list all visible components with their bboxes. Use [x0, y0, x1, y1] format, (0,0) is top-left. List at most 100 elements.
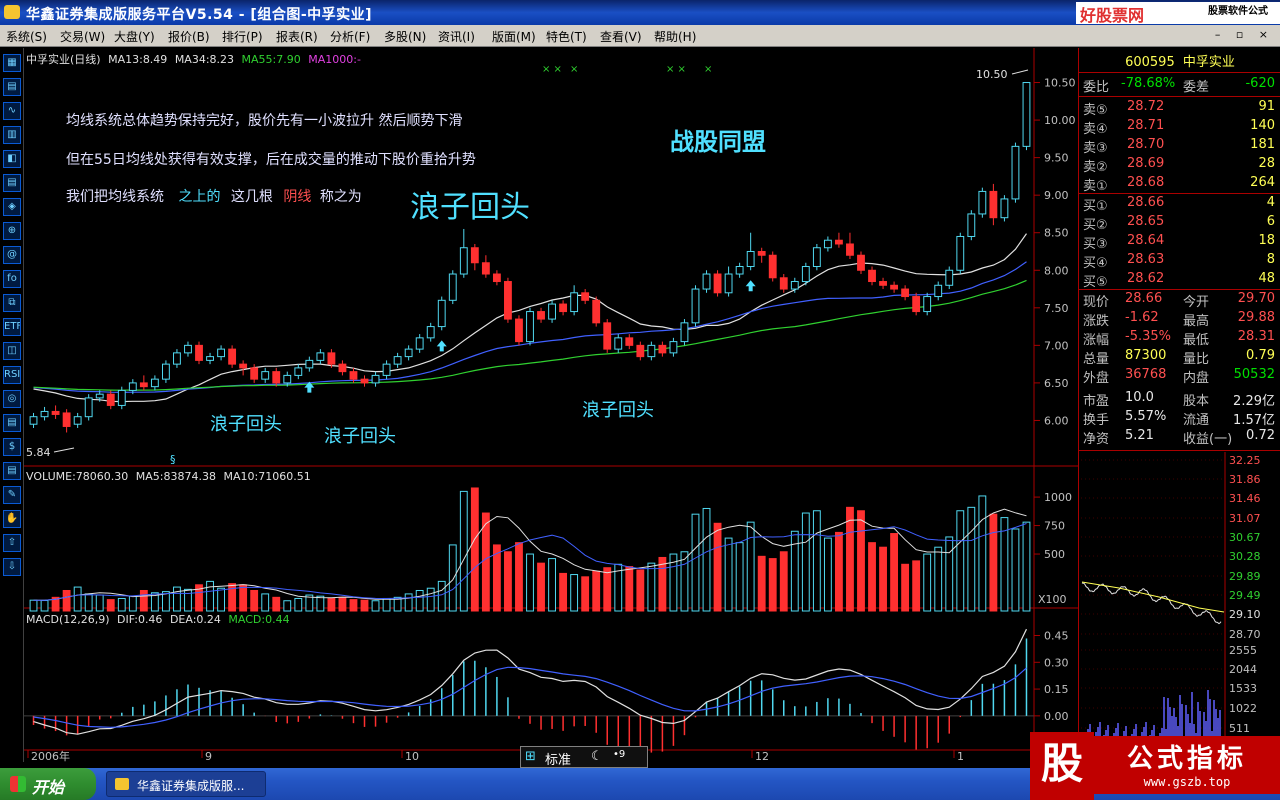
candle-body — [658, 344, 667, 354]
mini-axis-label: 2044 — [1229, 663, 1257, 676]
buy-row-4: 买④ 28.63 8 — [1079, 252, 1280, 271]
toolbar-button-8[interactable]: @ — [3, 246, 21, 264]
volume-bar — [625, 566, 634, 612]
candle-body — [526, 311, 534, 343]
toolbar-button-3[interactable]: ▥ — [3, 126, 21, 144]
toolbar-button-10[interactable]: ⧉ — [3, 294, 21, 312]
menu-item-3[interactable]: 报价(B) — [168, 28, 210, 45]
date-tick-label: 12 — [755, 750, 769, 762]
intraday-mini-chart[interactable]: 32.25 31.86 31.46 31.07 30.67 30.28 29.89 29.49… — [1079, 452, 1280, 762]
panel-divider — [1079, 193, 1280, 194]
candle-body — [250, 367, 259, 380]
menu-item-7[interactable]: 多股(N) — [384, 28, 426, 45]
toolbar-button-16[interactable]: $ — [3, 438, 21, 456]
candle-body — [636, 344, 645, 358]
volume-ma10: MA10:71060.51 — [223, 470, 311, 483]
candle-body — [978, 190, 987, 215]
moon-icon[interactable]: ☾ — [591, 749, 603, 764]
price-tick-label: 6.50 — [1044, 377, 1069, 390]
price-tick-label: 6.00 — [1044, 414, 1069, 427]
candle-body — [371, 374, 380, 384]
sell-row-5-qty: 91 — [1258, 99, 1275, 114]
menu-item-5[interactable]: 报表(R) — [276, 28, 318, 45]
mini-axis-label: 30.28 — [1229, 550, 1261, 563]
toolbar-button-2[interactable]: ∿ — [3, 102, 21, 120]
candle-body — [1011, 145, 1020, 200]
candle-body — [945, 269, 954, 286]
candle-body — [967, 213, 976, 237]
toolbar-button-0[interactable]: ▦ — [3, 54, 21, 72]
menu-item-8[interactable]: 资讯(I) — [438, 28, 475, 45]
volume-bar — [250, 589, 259, 612]
volume-bar — [835, 531, 843, 612]
toolbar-button-6[interactable]: ◈ — [3, 198, 21, 216]
toolbar-button-12[interactable]: ◫ — [3, 342, 21, 360]
stat-7-3: 0.72 — [1246, 428, 1275, 443]
macd-tick-label: 0.15 — [1044, 683, 1069, 696]
view-icon[interactable]: ⊞ — [525, 749, 536, 764]
toolbar-button-17[interactable]: ▤ — [3, 462, 21, 480]
price-tick-label: 10.00 — [1044, 114, 1076, 127]
standard-view-bar[interactable]: ⊞ 标准 ☾ •9 — [520, 746, 648, 768]
buy-row-2: 买② 28.65 6 — [1079, 214, 1280, 233]
candle-body — [360, 378, 369, 384]
annotation-line-3: 我们把均线系统 之上的 这几根 阴线 称之为 — [66, 186, 362, 206]
toolbar-button-5[interactable]: ▤ — [3, 174, 21, 192]
candle-body — [559, 303, 568, 313]
start-button[interactable]: 开始 — [0, 768, 96, 800]
toolbar-button-19[interactable]: ✋ — [3, 510, 21, 528]
macd-legend: MACD(12,26,9) DIF:0.46 DEA:0.24 MACD:0.4… — [26, 613, 290, 626]
toolbar-button-18[interactable]: ✎ — [3, 486, 21, 504]
toolbar-button-4[interactable]: ◧ — [3, 150, 21, 168]
toolbar-button-21[interactable]: ⇩ — [3, 558, 21, 576]
taskbar-app-button[interactable]: 华鑫证券集成版服... — [106, 771, 266, 797]
toolbar-button-20[interactable]: ⇧ — [3, 534, 21, 552]
stat-1-3: 29.88 — [1237, 310, 1275, 325]
dots-icon[interactable]: •9 — [613, 749, 625, 760]
volume-bar — [603, 567, 612, 612]
candle-body — [879, 281, 887, 286]
buy-row-3-qty: 18 — [1258, 233, 1275, 248]
volume-bar — [29, 599, 38, 612]
menu-item-6[interactable]: 分析(F) — [330, 28, 370, 45]
menu-item-11[interactable]: 查看(V) — [600, 28, 642, 45]
candle-body — [349, 371, 358, 380]
mdi-window-buttons[interactable]: – ▫ × — [1215, 28, 1274, 41]
stat-row-2: 涨幅 -5.35% 最低 28.31 — [1079, 329, 1280, 348]
price-tick-label: 10.50 — [1044, 77, 1076, 90]
menu-item-10[interactable]: 特色(T) — [546, 28, 587, 45]
menu-item-0[interactable]: 系统(S) — [6, 28, 47, 45]
buy-row-2-label: 买② — [1083, 218, 1108, 233]
candle-body — [448, 273, 457, 301]
menu-item-1[interactable]: 交易(W) — [60, 28, 105, 45]
volume-bar — [84, 593, 93, 612]
candle-body — [117, 389, 126, 406]
menu-item-2[interactable]: 大盘(Y) — [114, 28, 155, 45]
menu-item-9[interactable]: 版面(M) — [492, 28, 536, 45]
candle-body — [294, 367, 303, 376]
candle-body — [217, 348, 225, 358]
menu-item-4[interactable]: 排行(P) — [222, 28, 263, 45]
candle-body — [823, 239, 832, 249]
pattern-label-3: 浪子回头 — [582, 400, 654, 421]
toolbar-button-11[interactable]: ETF — [3, 318, 21, 336]
corner-watermark-url: www.gszb.top — [1143, 775, 1231, 789]
toolbar-button-13[interactable]: RSI — [3, 366, 21, 384]
standard-label[interactable]: 标准 — [545, 749, 571, 768]
start-label: 开始 — [32, 778, 65, 797]
stat-4-2: 内盘 — [1183, 371, 1210, 386]
toolbar-button-15[interactable]: ▤ — [3, 414, 21, 432]
toolbar-button-9[interactable]: fo — [3, 270, 21, 288]
toolbar-button-14[interactable]: ◎ — [3, 390, 21, 408]
ma1000-legend: MA1000:- — [308, 53, 361, 66]
volume-ma5: MA5:83874.38 — [135, 470, 216, 483]
stat-1-0: 涨跌 — [1083, 314, 1110, 329]
volume-bar — [1022, 521, 1031, 612]
candle-body — [801, 266, 810, 283]
toolbar-button-1[interactable]: ▤ — [3, 78, 21, 96]
menu-item-12[interactable]: 帮助(H) — [654, 28, 696, 45]
stat-7-2: 收益(一) — [1183, 432, 1233, 447]
volume-bar — [945, 536, 954, 612]
toolbar-button-7[interactable]: ⊕ — [3, 222, 21, 240]
kline-chart[interactable]: 10.50 10.00 9.50 9.00 8.50 8.00 7.50 7.00 6.50 6.… — [24, 48, 1078, 762]
